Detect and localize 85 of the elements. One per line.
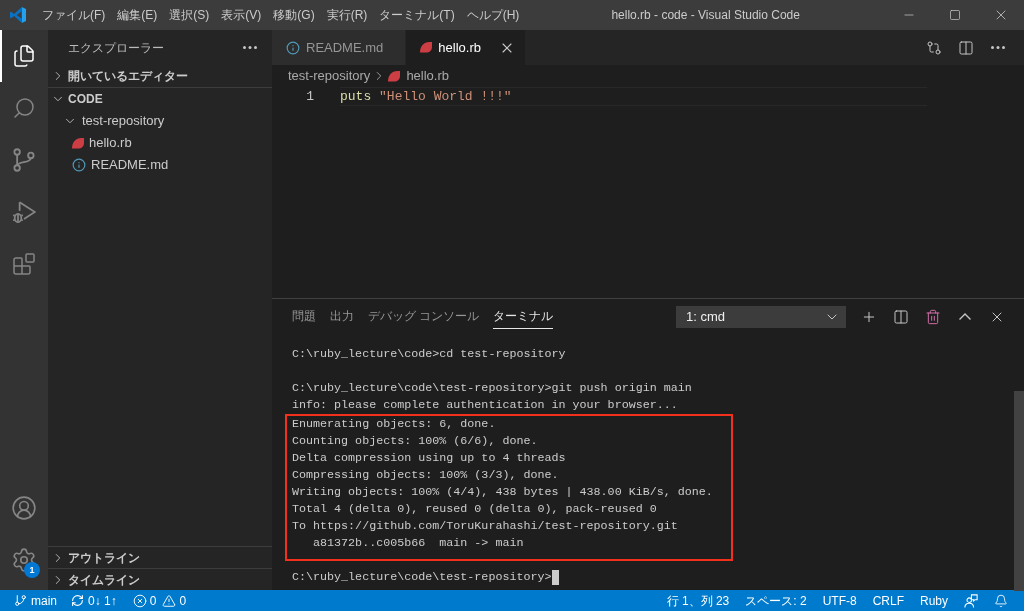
panel-tab[interactable]: 問題: [292, 304, 316, 329]
ruby-file-icon: [72, 137, 84, 149]
file-row[interactable]: README.md: [48, 154, 272, 176]
folder-row[interactable]: test-repository: [48, 110, 272, 132]
section-title: 開いているエディター: [68, 68, 188, 85]
bell-icon: [994, 593, 1008, 608]
notification-badge: 1: [24, 562, 40, 578]
editor-tab[interactable]: README.md: [272, 30, 407, 65]
ellipsis-icon: [243, 46, 257, 49]
error-count: 0: [149, 592, 157, 610]
menu-item[interactable]: 移動(G): [267, 0, 321, 30]
bug-play-icon: [12, 201, 36, 223]
ruby-file-icon: [420, 42, 433, 53]
menu-item[interactable]: 編集(E): [111, 0, 164, 30]
tree-item-label: test-repository: [82, 112, 165, 131]
terminal-line: To https://github.com/ToruKurahashi/test-repository.git: [292, 518, 678, 535]
terminal-dropdown[interactable]: 1: cmd: [676, 305, 846, 328]
activity-bar-item[interactable]: 1: [0, 534, 48, 586]
error-icon: [132, 593, 147, 608]
search-icon: [12, 96, 36, 120]
branch-icon: [13, 148, 35, 172]
sidebar-title: エクスプローラー: [68, 39, 164, 57]
section-title: タイムライン: [68, 571, 140, 589]
status-item[interactable]: 行 1、列 23: [658, 590, 738, 611]
menu-item[interactable]: ヘルプ(H): [460, 0, 526, 30]
extensions-icon: [12, 252, 36, 276]
terminal-line: info: please complete authentication in your browser...: [292, 397, 678, 414]
breadcrumb-item[interactable]: hello.rb: [388, 66, 449, 86]
tree-item-label: hello.rb: [89, 134, 132, 153]
window-title: hello.rb - code - Visual Studio Code: [611, 7, 800, 24]
terminal-line: Counting objects: 100% (6/6), done.: [292, 433, 538, 450]
menu-item[interactable]: ターミナル(T): [373, 0, 461, 30]
menu-item[interactable]: ファイル(F): [36, 0, 112, 30]
panel-tab[interactable]: デバッグ コンソール: [368, 304, 480, 329]
split-icon: [893, 308, 909, 325]
status-item[interactable]: Ruby: [912, 590, 956, 611]
section-header[interactable]: CODE: [48, 88, 272, 110]
breadcrumb-item[interactable]: test-repository: [288, 66, 371, 86]
account-icon: [11, 495, 37, 521]
code-line: puts "Hello World !!!": [340, 87, 927, 106]
person-bubble-icon: [964, 593, 978, 608]
warning-icon: [162, 593, 177, 608]
panel-tab[interactable]: ターミナル: [493, 304, 554, 329]
section-title: アウトライン: [68, 549, 140, 567]
status-item[interactable]: UTF-8: [814, 590, 865, 611]
terminal-line: Total 4 (delta 0), reused 0 (delta 0), pack-reused 0: [292, 501, 657, 518]
terminal-line: C:\ruby_lecture\code\test-repository>git push origin main: [292, 380, 692, 397]
trash-icon: [925, 308, 941, 325]
terminal-line: C:\ruby_lecture\code\test-repository>: [292, 569, 552, 586]
line-number: 1: [305, 88, 314, 106]
info-icon: [72, 158, 86, 172]
section-header[interactable]: 開いているエディター: [48, 65, 272, 87]
section-header[interactable]: アウトライン: [48, 546, 272, 568]
info-icon: [286, 40, 300, 55]
ellipsis-icon: [991, 46, 1005, 49]
editor-tab[interactable]: hello.rb: [406, 30, 525, 65]
app-logo-icon: [10, 7, 26, 23]
terminal-line: a81372b..c005b66 main -> main: [312, 535, 524, 552]
maximize-icon: [949, 9, 961, 21]
problems-status[interactable]: 0 0: [124, 590, 195, 611]
terminal-line: Writing objects: 100% (4/4), 438 bytes | 438.00 KiB/s, done.: [292, 484, 713, 501]
settings-icon: [11, 547, 37, 573]
chevron-up-icon: [959, 313, 971, 320]
files-icon: [12, 44, 36, 68]
compare-icon: [926, 39, 942, 56]
terminal-line: Delta compression using up to 4 threads: [292, 450, 566, 467]
menu-item[interactable]: 表示(V): [215, 0, 268, 30]
branch-icon: [14, 594, 27, 607]
warning-count: 0: [179, 592, 187, 610]
menu-item[interactable]: 実行(R): [320, 0, 374, 30]
split-icon: [958, 39, 974, 56]
tree-item-label: README.md: [91, 156, 169, 175]
sync-status[interactable]: 0↓ 1↑: [63, 590, 125, 611]
file-row[interactable]: hello.rb: [48, 132, 272, 154]
terminal-line: C:\ruby_lecture\code>cd test-repository: [292, 346, 566, 363]
sync-icon: [71, 594, 84, 607]
ruby-file-icon: [388, 70, 401, 82]
menu-item[interactable]: 選択(S): [163, 0, 216, 30]
status-item[interactable]: CRLF: [864, 590, 912, 611]
branch-status[interactable]: main: [8, 590, 63, 611]
terminal-line: Compressing objects: 100% (3/3), done.: [292, 467, 559, 484]
status-item[interactable]: スペース: 2: [737, 590, 815, 611]
panel-tab[interactable]: 出力: [330, 304, 354, 329]
terminal-line: Enumerating objects: 6, done.: [292, 416, 496, 433]
section-title: CODE: [68, 91, 103, 108]
